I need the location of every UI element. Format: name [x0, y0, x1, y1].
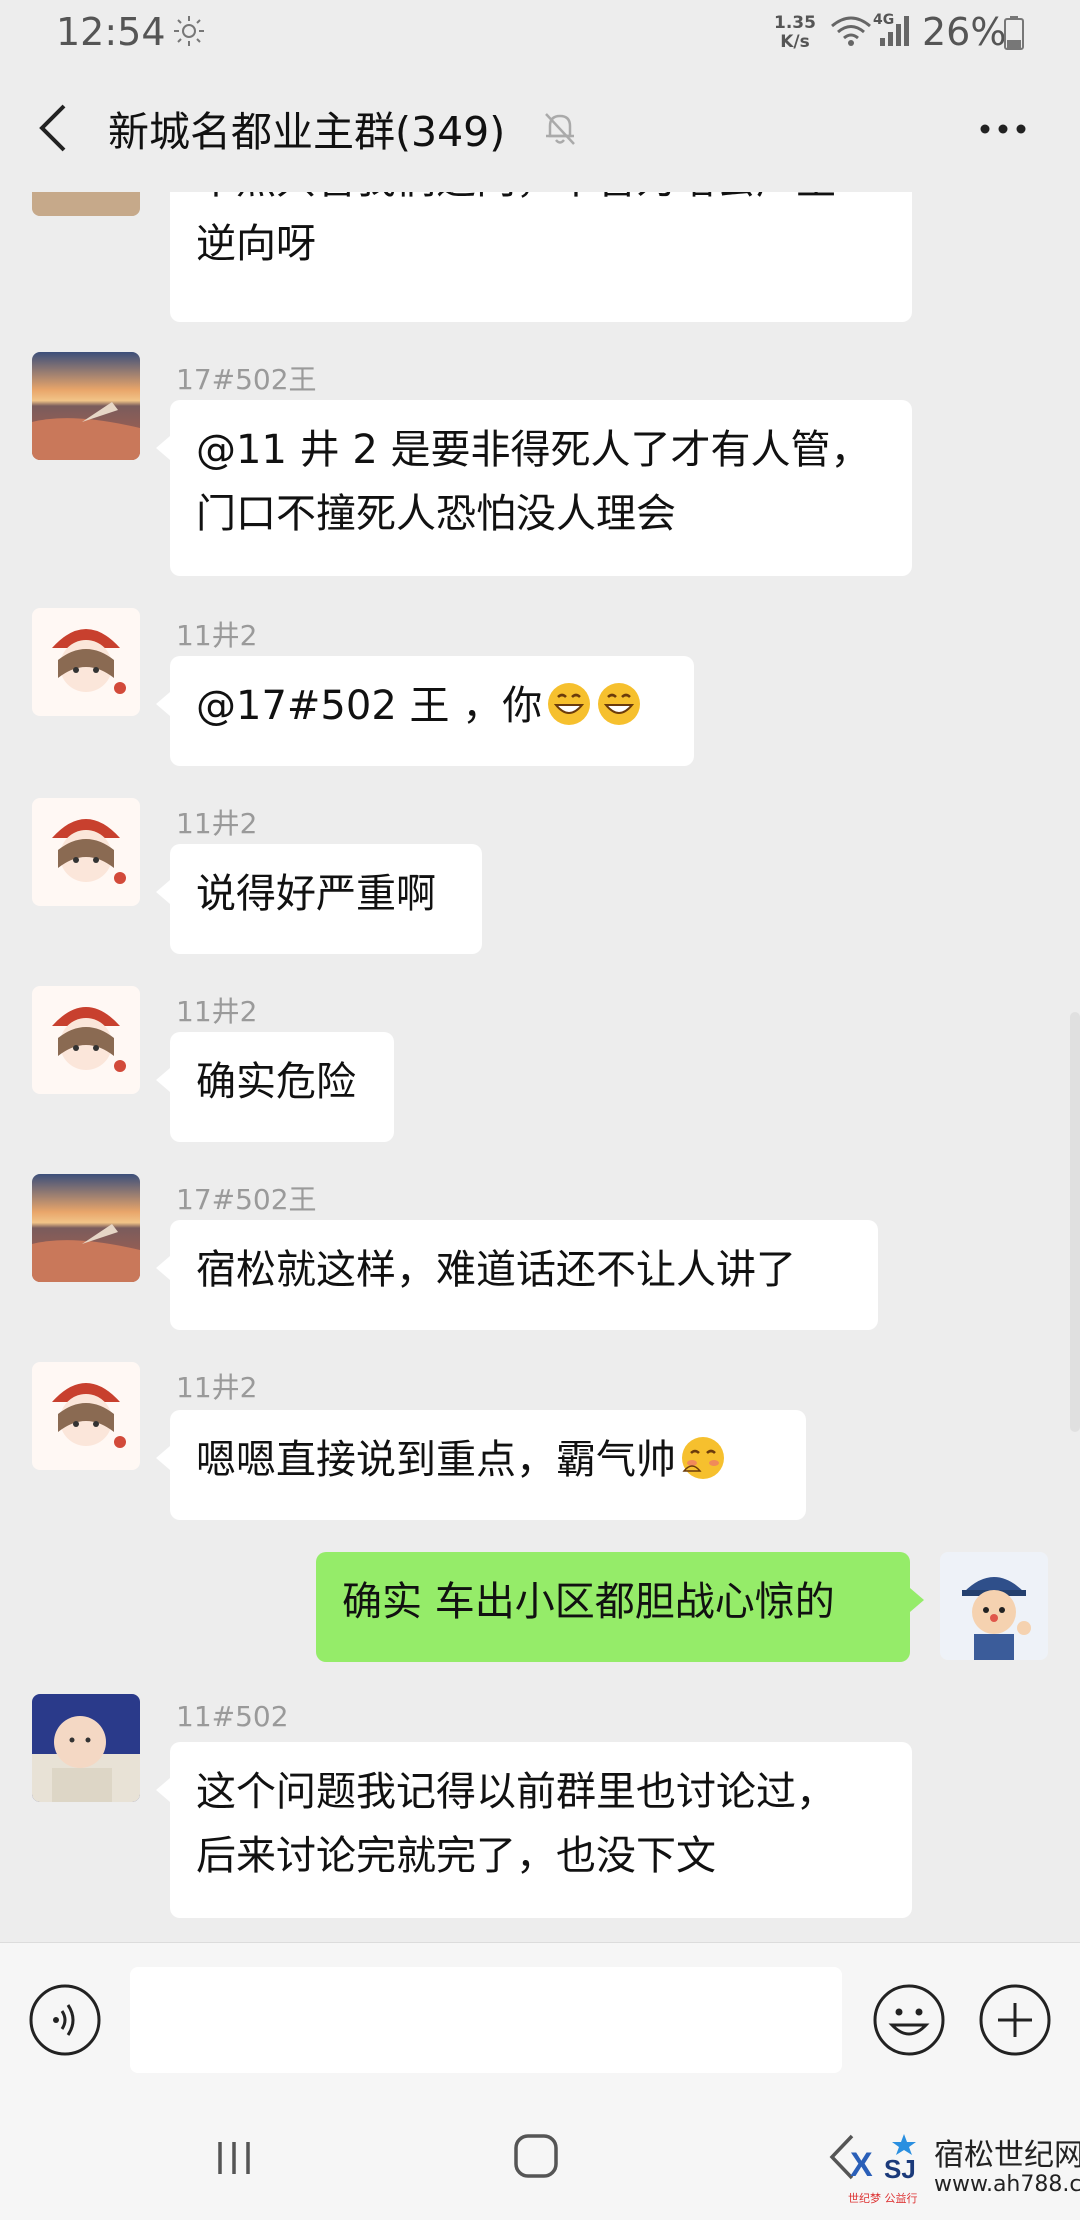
avatar[interactable]: [32, 192, 140, 216]
watermark-slogan: 世纪梦 公益行: [848, 2192, 918, 2205]
avatar[interactable]: [32, 1694, 140, 1802]
watermark-url: www.ah788.com: [934, 2172, 1080, 2197]
chat-title: 新城名都业主群(349): [108, 108, 506, 156]
avatar[interactable]: [32, 1174, 140, 1282]
brightness-icon: [174, 16, 204, 46]
battery-icon: [1004, 16, 1024, 50]
message-bubble[interactable]: 确实危险: [156, 1032, 394, 1142]
system-nav-bar: X SJ 世纪梦 公益行 宿松世纪网 www.ah788.com: [0, 2096, 1080, 2220]
sender-name: 17#502王: [176, 363, 317, 396]
message-bubble[interactable]: 宿松就这样，难道话还不让人讲了: [156, 1220, 878, 1330]
message-bubble[interactable]: 嗯嗯直接说到重点，霸气帅: [156, 1410, 806, 1520]
input-bar: [0, 1942, 1080, 2097]
battery-percent: 26%: [922, 10, 1007, 54]
status-time: 12:54: [56, 10, 166, 54]
shy-emoji-icon: [682, 1437, 724, 1479]
message-bubble[interactable]: 这个问题我记得以前群里也讨论过， 后来讨论完就完了，也没下文: [156, 1742, 912, 1918]
avatar[interactable]: [32, 352, 140, 460]
signal-icon: [880, 16, 909, 46]
message-bubble[interactable]: 不然只管我们逆向，不管为啥会产生 逆向呀: [170, 192, 912, 322]
more-dots-icon[interactable]: [978, 114, 1028, 144]
avatar[interactable]: [32, 986, 140, 1094]
sender-name: 11井2: [176, 995, 258, 1028]
scrollbar[interactable]: [1070, 1012, 1080, 1432]
svg-text:X: X: [850, 2146, 873, 2184]
sender-name: 11井2: [176, 1371, 258, 1404]
avatar[interactable]: [32, 1362, 140, 1470]
message-bubble[interactable]: 说得好严重啊: [156, 844, 482, 954]
grinning-emoji-icon: [598, 683, 641, 725]
chevron-left-icon[interactable]: [34, 100, 74, 156]
home-icon[interactable]: [512, 2132, 560, 2180]
grinning-emoji-icon: [548, 683, 591, 725]
network-speed: 1.35 K/s: [774, 13, 816, 52]
message-bubble[interactable]: @17#502 王 ，你: [156, 656, 694, 766]
bell-off-icon: [545, 113, 575, 145]
svg-text:SJ: SJ: [884, 2154, 916, 2184]
chat-header: 新城名都业主群(349): [0, 64, 1080, 192]
my-message-bubble[interactable]: 确实 车出小区都胆战心惊的: [316, 1552, 924, 1662]
message-input[interactable]: [130, 1967, 842, 2073]
message-bubble[interactable]: @11 井 2 是要非得死人了才有人管， 门口不撞死人恐怕没人理会: [156, 400, 912, 576]
plus-icon[interactable]: [978, 1983, 1052, 2057]
avatar[interactable]: [32, 798, 140, 906]
watermark-name: 宿松世纪网: [934, 2138, 1080, 2173]
sender-name: 11井2: [176, 807, 258, 840]
voice-icon[interactable]: [28, 1983, 102, 2057]
smiley-icon[interactable]: [872, 1983, 946, 2057]
status-bar: 12:54 1.35 K/s 4G 26%: [0, 0, 1080, 64]
wifi-icon: [831, 16, 871, 46]
sender-name: 17#502王: [176, 1183, 317, 1216]
sender-name: 11井2: [176, 619, 258, 652]
my-avatar[interactable]: [940, 1552, 1048, 1660]
watermark: X SJ 世纪梦 公益行 宿松世纪网 www.ah788.com: [840, 2120, 1080, 2220]
avatar[interactable]: [32, 608, 140, 716]
recent-apps-icon[interactable]: [212, 2136, 256, 2180]
sender-name: 11#502: [176, 1700, 289, 1733]
message-list[interactable]: 不然只管我们逆向，不管为啥会产生 逆向呀 17#502王 @11 井 2 是要非…: [0, 192, 1080, 1942]
